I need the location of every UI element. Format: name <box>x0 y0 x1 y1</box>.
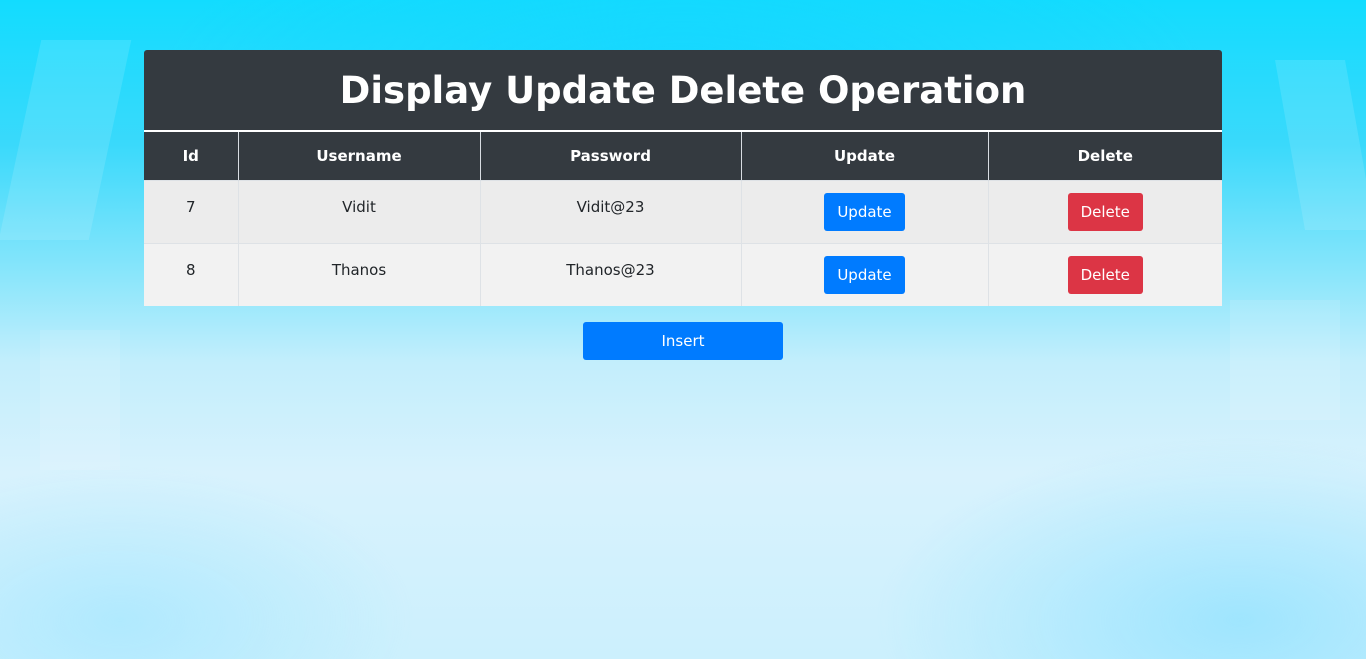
cell-delete: Delete <box>988 179 1222 243</box>
cell-update: Update <box>741 242 989 306</box>
cell-password: Thanos@23 <box>480 242 742 306</box>
page-title: Display Update Delete Operation <box>144 50 1222 132</box>
background-shard <box>40 330 120 470</box>
user-table: Id Username Password Update Delete 7 Vid… <box>144 132 1222 306</box>
column-header-password: Password <box>480 132 742 180</box>
table-card: Display Update Delete Operation Id Usern… <box>144 50 1222 306</box>
cell-id: 7 <box>144 179 239 243</box>
background-shard <box>1230 300 1340 420</box>
background-shard <box>0 40 132 240</box>
table-row: 8 Thanos Thanos@23 Update Delete <box>144 242 1222 306</box>
column-header-delete: Delete <box>988 132 1222 180</box>
cell-id: 8 <box>144 242 239 306</box>
column-header-username: Username <box>238 132 481 180</box>
table-header-row: Id Username Password Update Delete <box>144 132 1222 180</box>
cell-delete: Delete <box>988 242 1222 306</box>
delete-button[interactable]: Delete <box>1067 255 1143 294</box>
cell-username: Vidit <box>238 179 481 243</box>
column-header-update: Update <box>741 132 989 180</box>
delete-button[interactable]: Delete <box>1067 192 1143 231</box>
column-header-id: Id <box>144 132 239 180</box>
insert-row: Insert <box>144 322 1222 360</box>
update-button[interactable]: Update <box>824 255 905 294</box>
cell-username: Thanos <box>238 242 481 306</box>
update-button[interactable]: Update <box>824 192 905 231</box>
cell-password: Vidit@23 <box>480 179 742 243</box>
background-shard <box>1275 60 1366 230</box>
page: { "page": { "title": "Display Update Del… <box>0 0 1366 659</box>
table-row: 7 Vidit Vidit@23 Update Delete <box>144 179 1222 243</box>
insert-button[interactable]: Insert <box>583 322 783 360</box>
cell-update: Update <box>741 179 989 243</box>
crud-panel: Display Update Delete Operation Id Usern… <box>144 50 1222 360</box>
